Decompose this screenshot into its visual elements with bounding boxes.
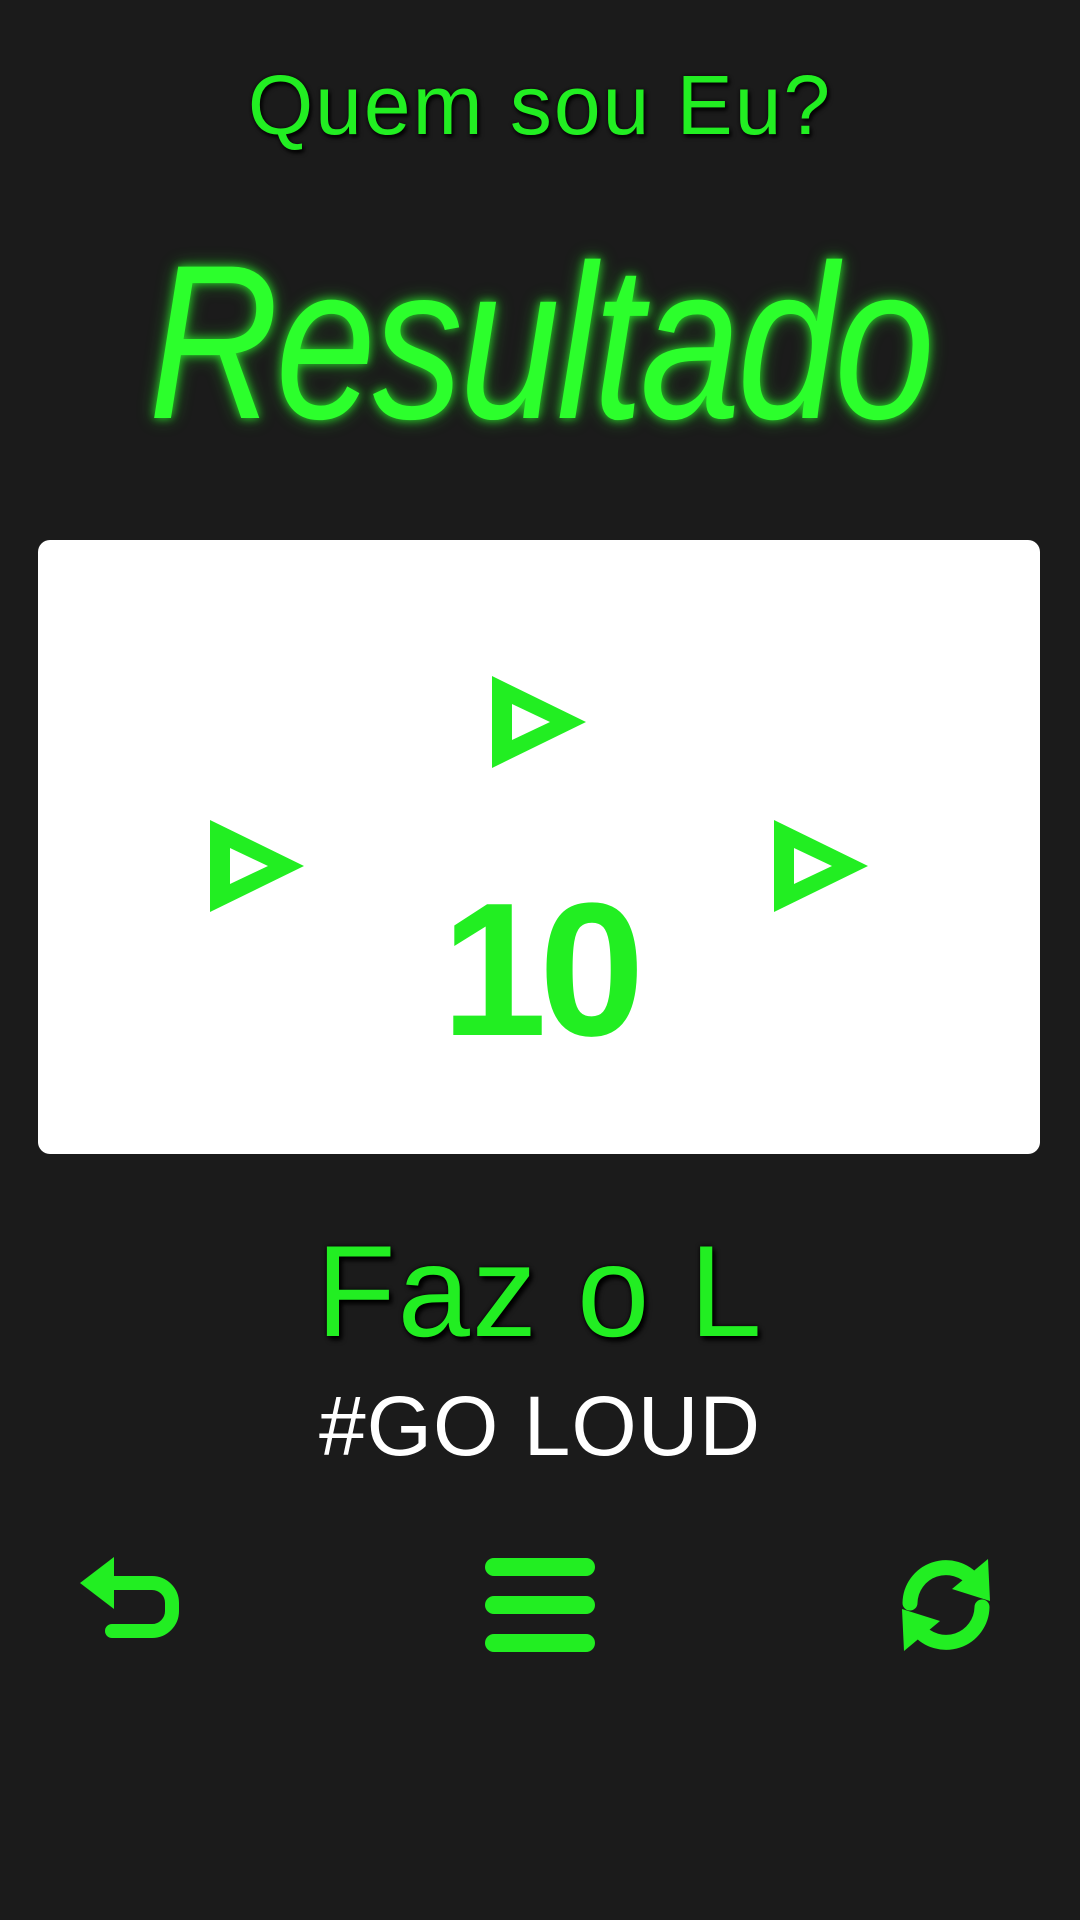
tagline: #GO LOUD bbox=[318, 1379, 762, 1473]
result-heading: Resultado bbox=[148, 219, 935, 465]
rank-title: Faz o L bbox=[316, 1218, 764, 1364]
score-card: 10 bbox=[38, 540, 1040, 1154]
refresh-icon bbox=[902, 1559, 990, 1651]
play-icon bbox=[478, 660, 602, 784]
menu-button[interactable] bbox=[480, 1545, 600, 1665]
app-title: Quem sou Eu? bbox=[247, 58, 833, 152]
score-value: 10 bbox=[441, 864, 644, 1076]
replay-button[interactable] bbox=[886, 1545, 1006, 1665]
back-button[interactable] bbox=[74, 1545, 194, 1665]
undo-icon bbox=[80, 1557, 179, 1638]
menu-icon bbox=[485, 1558, 595, 1652]
